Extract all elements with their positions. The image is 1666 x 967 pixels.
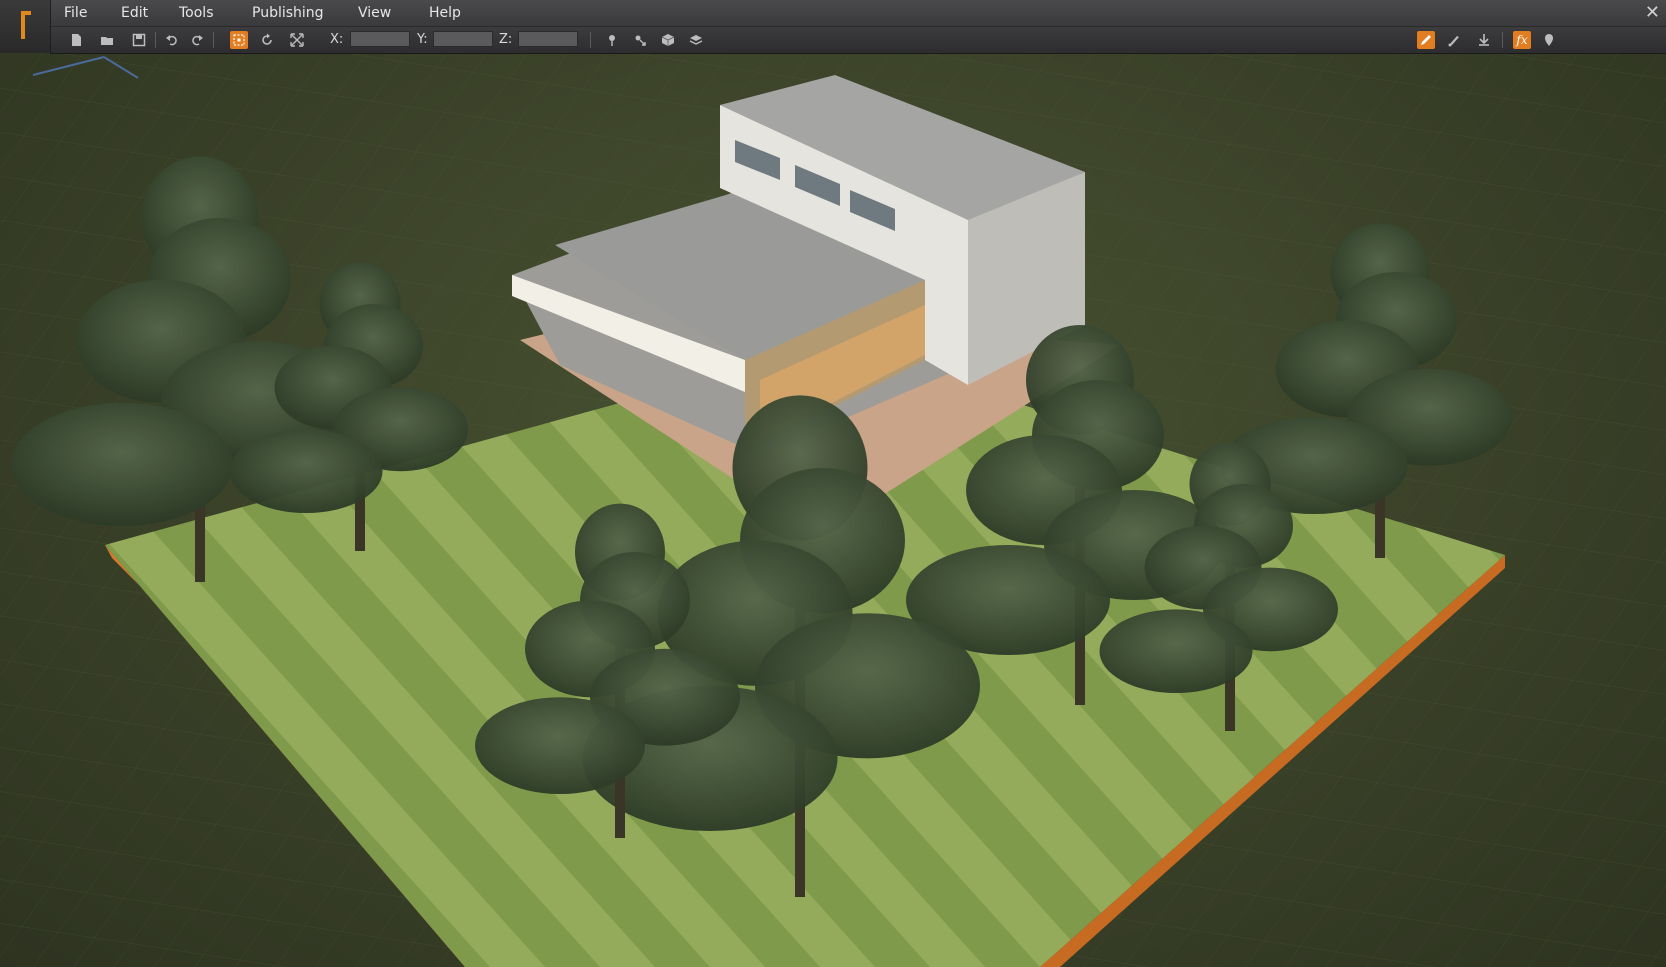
scale-icon[interactable] bbox=[288, 31, 306, 49]
edit-pencil-icon[interactable] bbox=[1417, 31, 1435, 49]
move-object-icon[interactable] bbox=[631, 31, 649, 49]
location-icon[interactable] bbox=[1540, 31, 1558, 49]
open-folder-icon[interactable] bbox=[98, 31, 116, 49]
x-label: X: bbox=[330, 32, 344, 47]
toolbar-separator bbox=[213, 32, 214, 48]
z-label: Z: bbox=[499, 32, 513, 47]
menu-file[interactable]: File bbox=[64, 5, 87, 21]
menu-tools[interactable]: Tools bbox=[179, 5, 214, 21]
box-icon[interactable] bbox=[659, 31, 677, 49]
y-label: Y: bbox=[417, 32, 428, 47]
menu-edit[interactable]: Edit bbox=[121, 5, 148, 21]
x-coordinate-field[interactable] bbox=[350, 31, 410, 47]
app-logo bbox=[0, 0, 51, 53]
close-icon[interactable]: ✕ bbox=[1645, 2, 1660, 23]
app-logo-icon bbox=[21, 11, 31, 39]
save-icon[interactable] bbox=[130, 31, 148, 49]
scene-render bbox=[0, 53, 1666, 967]
rotate-icon[interactable] bbox=[258, 31, 276, 49]
pin-icon[interactable] bbox=[603, 31, 621, 49]
3d-viewport[interactable] bbox=[0, 53, 1666, 967]
fx-icon[interactable]: fx bbox=[1513, 31, 1531, 49]
toolbar-separator bbox=[1502, 32, 1503, 48]
toolbar-separator bbox=[155, 32, 156, 48]
redo-icon[interactable] bbox=[188, 31, 206, 49]
menu-view[interactable]: View bbox=[358, 5, 391, 21]
toolbar: X: Y: Z: fx bbox=[50, 27, 1666, 54]
brush-icon[interactable] bbox=[1445, 31, 1463, 49]
download-icon[interactable] bbox=[1475, 31, 1493, 49]
toolbar-separator bbox=[590, 32, 591, 48]
menu-publishing[interactable]: Publishing bbox=[252, 5, 324, 21]
undo-icon[interactable] bbox=[163, 31, 181, 49]
z-coordinate-field[interactable] bbox=[518, 31, 578, 47]
y-coordinate-field[interactable] bbox=[433, 31, 493, 47]
menu-bar: File Edit Tools Publishing View Help ✕ bbox=[50, 0, 1666, 27]
layers-icon[interactable] bbox=[687, 31, 705, 49]
menu-help[interactable]: Help bbox=[429, 5, 461, 21]
new-file-icon[interactable] bbox=[67, 31, 85, 49]
select-icon[interactable] bbox=[230, 31, 248, 49]
editor-window: File Edit Tools Publishing View Help ✕ X… bbox=[0, 0, 1666, 967]
